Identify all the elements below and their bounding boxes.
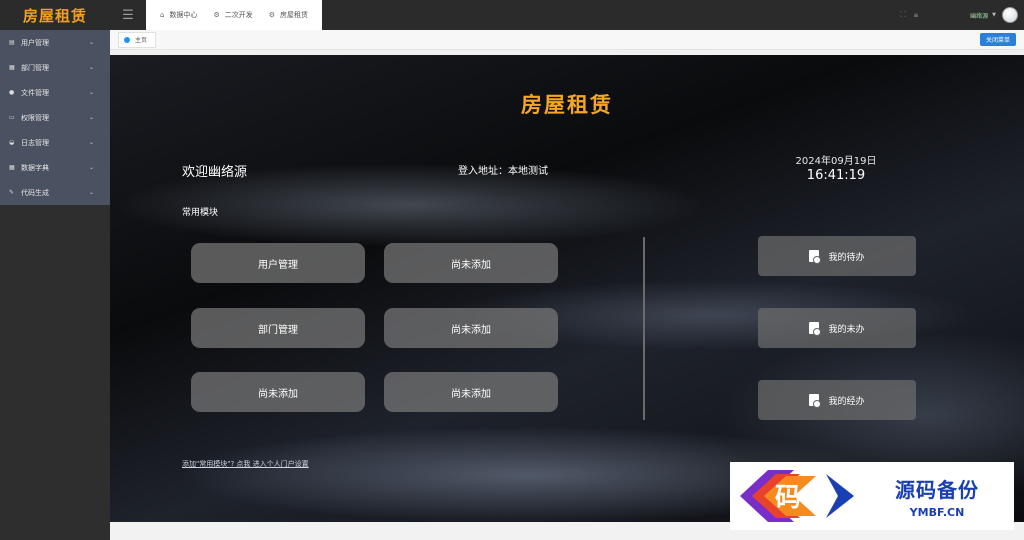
circle-icon: ● xyxy=(9,89,15,96)
svg-text:码: 码 xyxy=(775,483,801,513)
task-button-handled[interactable]: 我的经办 xyxy=(758,380,916,420)
watermark-cn: 源码备份 xyxy=(895,477,979,502)
tab-home[interactable]: 主页 xyxy=(118,31,157,48)
vertical-divider xyxy=(643,237,645,420)
home-icon: ⌂ xyxy=(160,11,165,19)
module-button-users[interactable]: 用户管理 xyxy=(191,243,365,283)
chevron-down-icon: ⌄ xyxy=(88,89,94,96)
task-label: 我的待办 xyxy=(828,252,865,263)
sidebar-item-label: 用户管理 xyxy=(21,38,49,47)
topnav-item-label: 房屋租赁 xyxy=(280,11,309,19)
module-button-empty[interactable]: 尚未添加 xyxy=(384,372,558,412)
chevron-down-icon: ⌄ xyxy=(88,114,94,121)
welcome-text: 欢迎幽络源 xyxy=(182,165,248,180)
portal-settings-link[interactable]: 添加"常用模块"? 点我 进入个人门户设置 xyxy=(182,459,309,469)
document-icon xyxy=(809,322,822,336)
avatar[interactable] xyxy=(1002,7,1018,23)
watermark-en: YMBF.CN xyxy=(909,505,965,519)
watermark-logo: 码 xyxy=(740,470,854,522)
top-nav: ⌂ 数据中心 ⚙ 二次开发 ⚙ 房屋租赁 xyxy=(146,0,323,30)
topnav-item-label: 二次开发 xyxy=(224,11,253,19)
app-root: 房屋租赁 ▤ 用户管理 ⌄ ▦ 部门管理 ⌄ ● 文件管理 ⌄ ▭ 权限管理 ⌄ xyxy=(0,0,1024,540)
login-address: 登入地址：本地测试 xyxy=(458,166,548,177)
sidebar-item-codegen[interactable]: ✎ 代码生成 ⌄ xyxy=(0,180,110,205)
caret-down-icon[interactable]: ▼ xyxy=(992,12,996,18)
lock-icon[interactable]: 🔒︎ xyxy=(914,10,918,20)
task-label: 我的未办 xyxy=(828,324,865,335)
sidebar-item-label: 数据字典 xyxy=(21,163,49,172)
monitor-icon: ▭ xyxy=(9,114,15,121)
sidebar-item-logs[interactable]: ◒ 日志管理 ⌄ xyxy=(0,130,110,155)
watermark: 码 源码备份 YMBF.CN xyxy=(730,462,1014,530)
sidebar: 房屋租赁 ▤ 用户管理 ⌄ ▦ 部门管理 ⌄ ● 文件管理 ⌄ ▭ 权限管理 ⌄ xyxy=(0,0,110,540)
header-right: ⛶ 🔒︎ 幽络源 ▼ xyxy=(900,7,1024,23)
sidebar-item-users[interactable]: ▤ 用户管理 ⌄ xyxy=(0,30,110,55)
chevron-down-icon: ⌄ xyxy=(88,39,94,46)
app-logo[interactable]: 房屋租赁 xyxy=(0,0,110,30)
tab-home-label: 主页 xyxy=(135,37,148,44)
dashboard-title: 房屋租赁 xyxy=(521,93,613,117)
sidebar-item-departments[interactable]: ▦ 部门管理 ⌄ xyxy=(0,55,110,80)
current-time: 16:41:19 xyxy=(806,168,866,183)
sidebar-menu: ▤ 用户管理 ⌄ ▦ 部门管理 ⌄ ● 文件管理 ⌄ ▭ 权限管理 ⌄ ◒ 日志 xyxy=(0,30,110,205)
module-button-empty[interactable]: 尚未添加 xyxy=(384,308,558,348)
chevron-down-icon: ⌄ xyxy=(88,64,94,71)
chevron-down-icon: ⌄ xyxy=(88,139,94,146)
sidebar-item-label: 文件管理 xyxy=(21,88,49,97)
fullscreen-icon[interactable]: ⛶ xyxy=(900,10,906,20)
active-dot-icon xyxy=(124,36,130,43)
section-label: 常用模块 xyxy=(182,208,219,218)
topnav-item-rental[interactable]: ⚙ 房屋租赁 xyxy=(269,10,308,20)
module-button-departments[interactable]: 部门管理 xyxy=(191,308,365,348)
topnav-item-data-center[interactable]: ⌂ 数据中心 xyxy=(160,10,197,20)
task-label: 我的经办 xyxy=(828,396,865,407)
task-button-todo[interactable]: 我的待办 xyxy=(758,236,916,276)
module-button-empty[interactable]: 尚未添加 xyxy=(191,372,365,412)
close-menu-button[interactable]: 关闭菜单 xyxy=(979,33,1016,46)
sidebar-item-permissions[interactable]: ▭ 权限管理 ⌄ xyxy=(0,105,110,130)
gear-icon: ⚙ xyxy=(268,11,276,19)
task-button-pending[interactable]: 我的未办 xyxy=(758,308,916,348)
grid-icon: ▦ xyxy=(9,64,15,71)
topnav-item-label: 数据中心 xyxy=(169,11,198,19)
module-button-empty[interactable]: 尚未添加 xyxy=(384,243,558,283)
document-icon xyxy=(809,394,822,408)
tabs-bar: 主页 关闭菜单 xyxy=(110,30,1024,50)
chevron-down-icon: ⌄ xyxy=(88,164,94,171)
username[interactable]: 幽络源 xyxy=(970,11,988,20)
sidebar-item-label: 权限管理 xyxy=(21,113,49,122)
gear-icon: ⚙ xyxy=(213,11,220,19)
grid-icon: ▦ xyxy=(9,164,15,171)
sidebar-item-files[interactable]: ● 文件管理 ⌄ xyxy=(0,80,110,105)
current-date: 2024年09月19日 xyxy=(795,156,877,167)
sidebar-item-label: 部门管理 xyxy=(21,63,49,72)
sidebar-item-label: 日志管理 xyxy=(21,138,49,147)
disk-icon: ◒ xyxy=(9,139,15,146)
document-icon xyxy=(809,250,822,264)
dashboard: 房屋租赁 欢迎幽络源 登入地址：本地测试 2024年09月19日 16:41:1… xyxy=(110,55,1024,522)
menu-toggle-icon[interactable]: ☰ xyxy=(110,0,146,30)
chevron-down-icon: ⌄ xyxy=(88,189,94,196)
user-card-icon: ▤ xyxy=(9,39,15,46)
topnav-item-dev[interactable]: ⚙ 二次开发 xyxy=(213,10,252,20)
top-header: ☰ ⌂ 数据中心 ⚙ 二次开发 ⚙ 房屋租赁 ⛶ 🔒︎ 幽络源 ▼ xyxy=(110,0,1024,30)
watermark-text: 源码备份 YMBF.CN xyxy=(860,474,1014,519)
pencil-icon: ✎ xyxy=(9,189,15,196)
sidebar-item-label: 代码生成 xyxy=(21,188,49,197)
sidebar-item-dictionary[interactable]: ▦ 数据字典 ⌄ xyxy=(0,155,110,180)
